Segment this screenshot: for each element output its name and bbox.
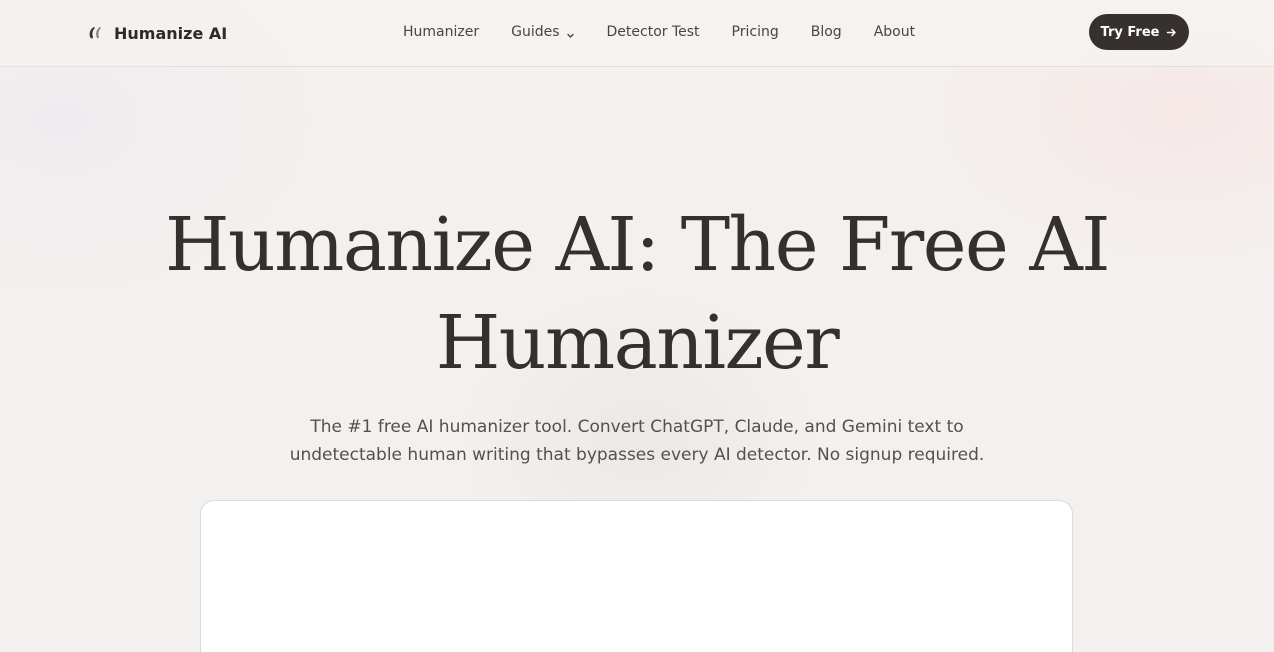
nav-item-pricing[interactable]: Pricing [732,24,779,40]
brand-name: Humanize AI [114,23,228,43]
nav-item-humanizer[interactable]: Humanizer [403,24,479,40]
hero-subtitle-line: undetectable human writing that bypasses… [289,445,985,465]
nav-item-guides[interactable]: Guides [511,24,574,40]
hero-subtitle: The #1 free AI humanizer tool. Convert C… [237,413,1037,469]
hero-subtitle-line: The #1 free AI humanizer tool. Convert C… [310,417,964,437]
try-free-button[interactable]: Try Free [1089,14,1189,50]
chevron-down-icon [566,28,575,38]
nav-item-label: Blog [810,24,842,40]
double-quote-logo-icon [87,24,105,42]
nav-item-label: About [873,24,916,40]
nav-item-label: Detector Test [606,24,700,40]
site-header: Humanize AI Humanizer Guides Detector Te… [0,0,1274,67]
brand-logo-link[interactable]: Humanize AI [87,20,227,46]
nav-item-label: Pricing [731,24,779,40]
hero-title-line: Humanize AI: The Free AI [164,202,1111,288]
humanizer-tool-card[interactable] [200,500,1073,652]
arrow-right-icon [1166,27,1177,38]
nav-item-label: Guides [511,24,560,40]
main-nav: Humanizer Guides Detector Test Pricing B… [403,22,915,42]
hero-title-line: Humanizer [435,300,840,386]
nav-item-label: Humanizer [403,24,480,40]
nav-item-detector-test[interactable]: Detector Test [607,24,700,40]
hero-title: Humanize AI: The Free AI Humanizer [137,196,1137,392]
nav-item-blog[interactable]: Blog [811,24,842,40]
try-free-label: Try Free [1100,24,1160,40]
nav-item-about[interactable]: About [874,24,915,40]
